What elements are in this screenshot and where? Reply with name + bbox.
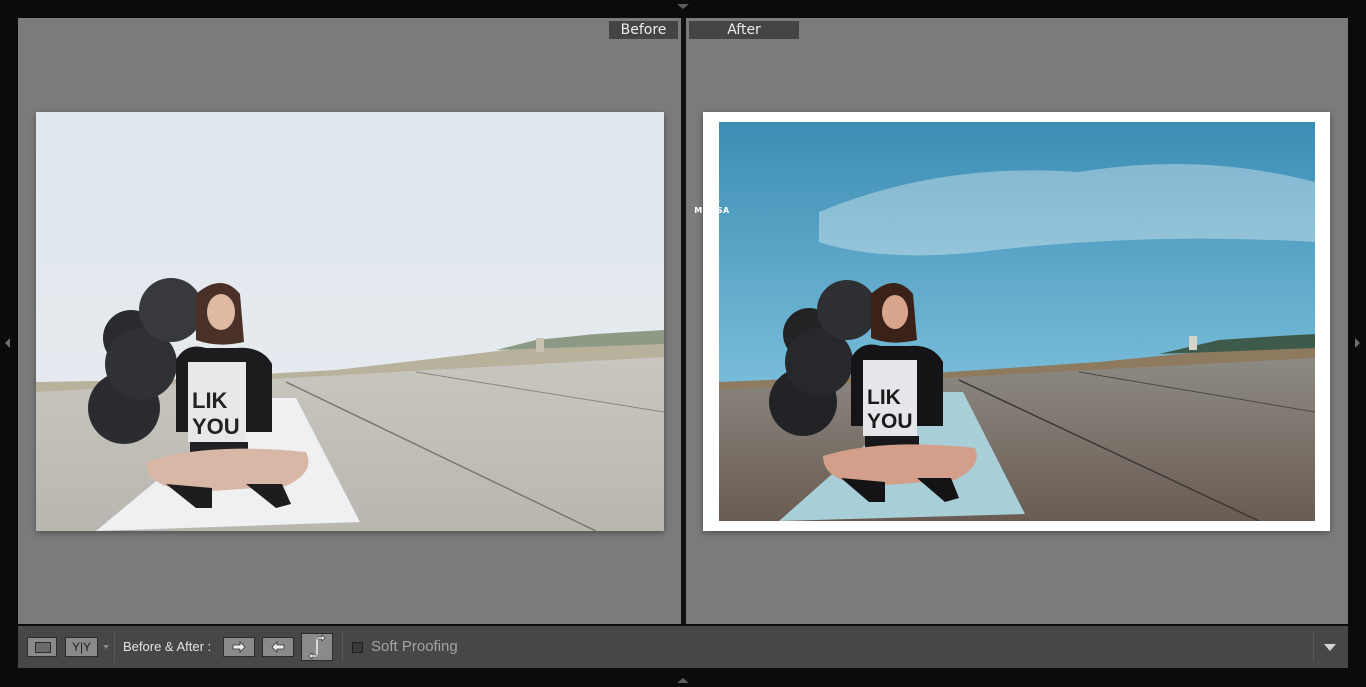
chevron-down-icon[interactable] <box>1324 644 1336 651</box>
after-photo[interactable]: LIK YOU <box>719 122 1315 521</box>
toolbar-separator-3 <box>1313 632 1314 662</box>
after-label: After <box>689 21 799 39</box>
soft-proofing-checkbox[interactable] <box>352 642 363 653</box>
before-after-view-button[interactable]: Y|Y <box>65 637 98 657</box>
copy-before-to-after-button[interactable] <box>223 637 255 657</box>
view-mode-dropdown-icon[interactable] <box>103 645 109 649</box>
arrow-left-icon <box>271 641 285 653</box>
copy-after-to-before-button[interactable] <box>262 637 294 657</box>
after-shirt-text-1: LIK <box>867 386 901 409</box>
swap-before-after-button[interactable] <box>301 633 333 661</box>
arrow-right-icon <box>232 641 246 653</box>
before-after-label: Before & After : <box>123 639 212 654</box>
before-photo-image: LIK YOU <box>36 112 664 531</box>
yy-label: Y|Y <box>71 640 92 654</box>
soft-proofing-label[interactable]: Soft Proofing <box>371 637 458 657</box>
toolbar-separator <box>114 632 115 662</box>
before-photo[interactable]: LIK YOU <box>36 112 664 531</box>
bottom-toolbar <box>18 626 1348 668</box>
left-panel-toggle-icon[interactable] <box>5 338 10 348</box>
bottom-panel-toggle-icon[interactable] <box>676 677 690 683</box>
after-shirt-text-2: YOU <box>867 410 913 433</box>
bird-icon <box>704 190 720 202</box>
top-panel-toggle-icon[interactable] <box>676 4 690 10</box>
loupe-view-icon <box>35 642 51 653</box>
watermark-logo: MI OSA <box>690 188 734 218</box>
after-photo-image: LIK YOU <box>719 122 1315 521</box>
right-panel-toggle-icon[interactable] <box>1355 338 1360 348</box>
loupe-view-button[interactable] <box>27 637 57 657</box>
toolbar-separator-2 <box>342 632 343 662</box>
shirt-text-2: YOU <box>192 414 240 439</box>
swap-arrows-icon <box>308 634 326 660</box>
watermark-text: MI OSA <box>694 206 730 215</box>
shirt-text-1: LIK <box>192 388 228 413</box>
before-label: Before <box>609 21 678 39</box>
pane-divider <box>681 18 686 624</box>
